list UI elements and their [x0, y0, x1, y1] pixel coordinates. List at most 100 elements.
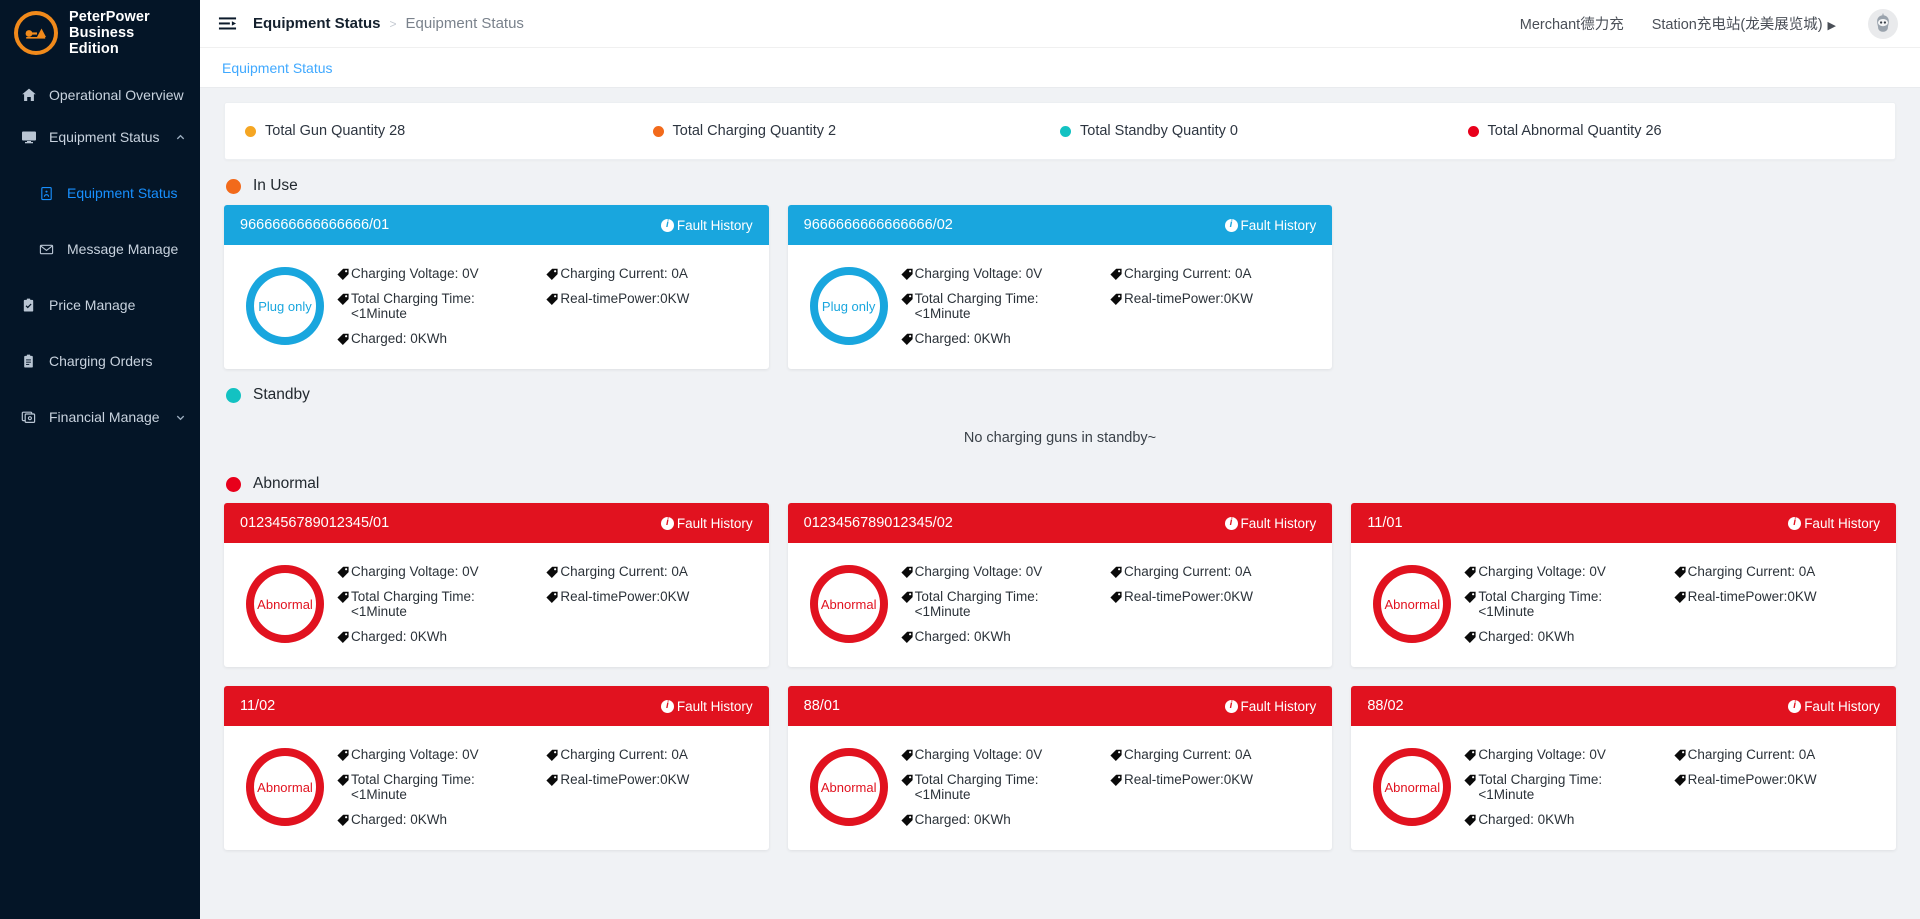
- building-icon: [38, 185, 55, 202]
- spec-item: Charging Current: 0A: [545, 742, 754, 767]
- content-scroll-area[interactable]: Total Gun Quantity 28 Total Charging Quan…: [200, 88, 1920, 919]
- fault-history-link[interactable]: i Fault History: [1224, 516, 1316, 531]
- info-icon: i: [660, 218, 674, 232]
- tag-icon: [900, 773, 914, 787]
- spec-text: Charging Voltage: 0V: [914, 747, 1043, 762]
- status-ring: Plug only: [246, 267, 324, 345]
- tag-icon: [336, 332, 350, 346]
- breadcrumb-root[interactable]: Equipment Status: [253, 15, 381, 32]
- spec-item: Charging Current: 0A: [1673, 559, 1882, 584]
- menu-fold-icon[interactable]: [218, 14, 237, 33]
- app-root: PeterPower Business Edition Operational Ov…: [0, 0, 1920, 919]
- fault-history-link[interactable]: i Fault History: [1788, 699, 1880, 714]
- gun-card[interactable]: 0123456789012345/02 i Fault History Abnorma…: [787, 503, 1333, 667]
- gun-id: 11/02: [240, 698, 276, 714]
- tag-icon: [545, 565, 559, 579]
- gun-card[interactable]: 88/02 i Fault History Abnormal Charging Volt…: [1351, 686, 1896, 850]
- sidebar-item-equipment-status[interactable]: Equipment Status: [0, 116, 200, 158]
- spec-text: Total Charging Time: <1Minute: [351, 589, 475, 619]
- section-title: Standby: [253, 386, 310, 403]
- card-body: Abnormal Charging Voltage: 0V Charging Cur…: [1351, 543, 1896, 667]
- sidebar-item-message-manage[interactable]: Message Manage: [0, 228, 200, 270]
- tag-icon: [1673, 565, 1687, 579]
- spec-text: Total Charging Time: <1Minute: [351, 291, 475, 321]
- spec-list: Charging Voltage: 0V Charging Current: 0A…: [336, 261, 755, 351]
- fault-history-link[interactable]: i Fault History: [660, 217, 753, 233]
- spec-text: Charging Current: 0A: [560, 266, 688, 281]
- tag-icon: [1673, 748, 1687, 762]
- status-dot-icon: [1060, 125, 1071, 137]
- tag-icon: [336, 773, 350, 787]
- info-icon: i: [1788, 699, 1802, 713]
- tag-icon: [1673, 590, 1687, 604]
- gun-card[interactable]: 88/01 i Fault History Abnormal Charging Volt…: [787, 686, 1333, 850]
- fault-history-link[interactable]: i Fault History: [1224, 218, 1316, 233]
- spec-item: Total Charging Time: <1Minute: [900, 584, 1109, 624]
- station-selector[interactable]: Station充电站(龙美展览城) ▶: [1652, 13, 1836, 34]
- spec-text: Charging Voltage: 0V: [914, 266, 1043, 281]
- status-dot-icon: [1467, 125, 1479, 137]
- spec-item: Total Charging Time: <1Minute: [1463, 767, 1672, 807]
- spec-text: Charging Current: 0A: [1123, 747, 1252, 762]
- fault-history-label: Fault History: [676, 698, 753, 714]
- summary-item: Total Standby Quantity 0: [1060, 123, 1468, 139]
- tag-icon: [1109, 267, 1123, 281]
- spec-item: Total Charging Time: <1Minute: [900, 286, 1109, 326]
- sidebar-item-charging-orders[interactable]: Charging Orders: [0, 340, 200, 382]
- spec-text: Charged: 0KWh: [351, 812, 448, 827]
- gun-card[interactable]: 0123456789012345/01 i Fault History Abnorma…: [224, 503, 769, 667]
- tag-icon: [336, 267, 350, 281]
- spec-item: Charging Current: 0A: [1109, 742, 1318, 767]
- spec-text: Charged: 0KWh: [1478, 812, 1575, 827]
- fault-history-link[interactable]: i Fault History: [1224, 699, 1316, 714]
- spec-text: Real-timePower:0KW: [1123, 772, 1254, 787]
- sidebar-item-financial-manage[interactable]: Financial Manage: [0, 396, 200, 438]
- fault-history-link[interactable]: i Fault History: [660, 698, 753, 714]
- tag-icon: [545, 773, 559, 787]
- spec-item: Total Charging Time: <1Minute: [1463, 584, 1672, 624]
- spec-item: Charged: 0KWh: [900, 326, 1109, 351]
- sidebar: PeterPower Business Edition Operational Ov…: [0, 0, 200, 919]
- breadcrumb-separator: >: [389, 16, 397, 31]
- tab-equipment-status[interactable]: Equipment Status: [222, 60, 333, 76]
- gun-id: 88/01: [803, 698, 840, 714]
- spec-list: Charging Voltage: 0V Charging Current: 0A…: [1463, 559, 1882, 649]
- tag-icon: [900, 813, 914, 827]
- spec-item: Charged: 0KWh: [900, 807, 1109, 832]
- fault-history-label: Fault History: [676, 217, 753, 233]
- tag-icon: [545, 292, 559, 306]
- card-body: Plug only Charging Voltage: 0V Charging Cu…: [788, 245, 1333, 369]
- tag-icon: [1109, 773, 1123, 787]
- gun-card[interactable]: 11/01 i Fault History Abnormal Charging Volt…: [1351, 503, 1896, 667]
- spec-item: Charged: 0KWh: [336, 326, 545, 351]
- spec-item: Real-timePower:0KW: [545, 584, 754, 624]
- tag-icon: [545, 590, 559, 604]
- spec-text: Total Charging Time: <1Minute: [1478, 589, 1603, 619]
- section-header: Standby: [226, 386, 1896, 404]
- sidebar-item-operational-overview[interactable]: Operational Overview: [0, 74, 200, 116]
- gun-card[interactable]: 9666666666666666/02 i Fault History Plug on…: [787, 205, 1333, 369]
- gun-card[interactable]: 11/02 i Fault History Abnormal Charging Volt…: [224, 686, 769, 850]
- sidebar-label: Message Manage: [67, 241, 179, 257]
- sidebar-item-price-manage[interactable]: Price Manage: [0, 284, 200, 326]
- gun-card[interactable]: 9666666666666666/01 i Fault History Plug on…: [224, 205, 769, 369]
- sidebar-label: Price Manage: [49, 297, 136, 313]
- spec-text: Charged: 0KWh: [914, 812, 1011, 827]
- spec-item: Charging Voltage: 0V: [336, 261, 545, 286]
- spec-text: Real-timePower:0KW: [560, 772, 690, 787]
- spec-text: Total Charging Time: <1Minute: [914, 772, 1039, 802]
- spec-item: Charged: 0KWh: [336, 807, 545, 832]
- merchant-selector[interactable]: Merchant德力充: [1520, 13, 1624, 34]
- info-icon: i: [660, 699, 674, 713]
- fault-history-link[interactable]: i Fault History: [1788, 516, 1880, 531]
- status-ring-label: Abnormal: [257, 779, 313, 795]
- user-avatar-icon[interactable]: [1868, 8, 1898, 39]
- spec-text: Charged: 0KWh: [351, 629, 448, 644]
- card-header: 9666666666666666/02 i Fault History: [787, 205, 1333, 245]
- fault-history-link[interactable]: i Fault History: [660, 516, 753, 531]
- spec-text: Charging Current: 0A: [1123, 564, 1252, 579]
- sidebar-item-equipment-status-sub[interactable]: Equipment Status: [0, 172, 200, 214]
- spec-list: Charging Voltage: 0V Charging Current: 0A…: [336, 559, 755, 649]
- spec-item: Charged: 0KWh: [1463, 624, 1672, 649]
- tag-icon: [1109, 590, 1123, 604]
